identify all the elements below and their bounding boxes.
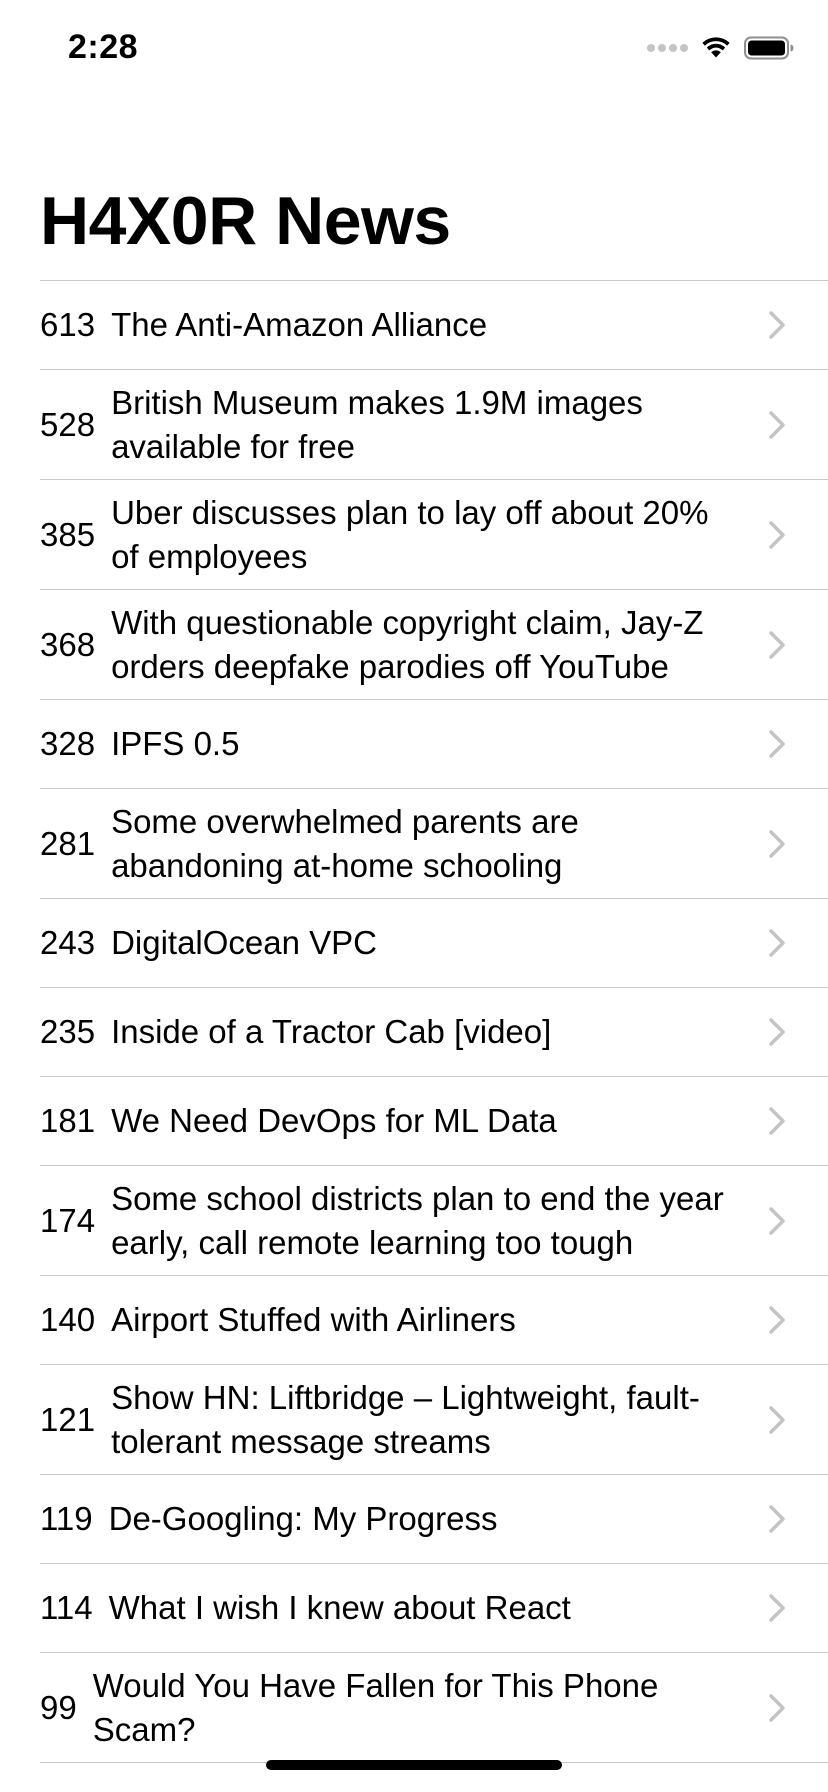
chevron-right-icon xyxy=(769,630,785,659)
story-score: 181 xyxy=(40,1102,96,1139)
story-title: We Need DevOps for ML Data xyxy=(111,1102,557,1139)
story-score: 119 xyxy=(40,1500,93,1537)
story-score: 328 xyxy=(40,725,96,762)
chevron-right-icon xyxy=(769,730,785,758)
story-title: Airport Stuffed with Airliners xyxy=(111,1301,516,1338)
chevron-right-icon xyxy=(769,1594,785,1622)
story-row[interactable]: 174 Some school districts plan to end th… xyxy=(40,1165,828,1275)
story-score: 368 xyxy=(40,625,96,663)
story-row[interactable]: 181 We Need DevOps for ML Data xyxy=(40,1076,828,1165)
story-title: British Museum makes 1.9M images availab… xyxy=(111,383,643,465)
story-score: 114 xyxy=(40,1589,93,1626)
story-title: Inside of a Tractor Cab [video] xyxy=(111,1013,552,1050)
story-row[interactable]: 328 IPFS 0.5 xyxy=(40,699,828,788)
chevron-right-icon xyxy=(769,410,785,439)
story-title: IPFS 0.5 xyxy=(111,725,240,762)
story-row[interactable]: 528 British Museum makes 1.9M images ava… xyxy=(40,369,828,479)
story-title: Some overwhelmed parents are abandoning … xyxy=(111,802,579,884)
chevron-right-icon xyxy=(769,929,785,957)
page-title: H4X0R News xyxy=(40,183,451,259)
chevron-right-icon xyxy=(769,1018,785,1046)
story-row[interactable]: 281 Some overwhelmed parents are abandon… xyxy=(40,788,828,898)
story-row[interactable]: 121 Show HN: Liftbridge – Lightweight, f… xyxy=(40,1364,828,1474)
chevron-right-icon xyxy=(769,1306,785,1334)
home-indicator[interactable] xyxy=(266,1760,562,1770)
story-title: DigitalOcean VPC xyxy=(111,924,378,961)
chevron-right-icon xyxy=(769,1107,785,1135)
story-row[interactable]: 99 Would You Have Fallen for This Phone … xyxy=(40,1652,828,1762)
story-title: What I wish I knew about React xyxy=(108,1589,571,1626)
chevron-right-icon xyxy=(769,1693,785,1722)
story-score: 99 xyxy=(40,1688,77,1726)
story-title: With questionable copyright claim, Jay-Z… xyxy=(111,603,704,685)
story-row[interactable]: 119 De-Googling: My Progress xyxy=(40,1474,828,1563)
story-score: 235 xyxy=(40,1013,96,1050)
status-icons xyxy=(647,36,794,60)
story-row[interactable]: 243 DigitalOcean VPC xyxy=(40,898,828,987)
story-row[interactable]: 114 What I wish I knew about React xyxy=(40,1563,828,1652)
chevron-right-icon xyxy=(769,311,785,339)
story-title: The Anti-Amazon Alliance xyxy=(111,306,488,343)
story-score: 281 xyxy=(40,824,96,862)
story-row[interactable]: 613 The Anti-Amazon Alliance xyxy=(40,280,828,369)
story-title: Uber discusses plan to lay off about 20%… xyxy=(111,493,709,575)
story-row[interactable]: 235 Inside of a Tractor Cab [video] xyxy=(40,987,828,1076)
wifi-icon xyxy=(702,37,730,58)
story-score: 613 xyxy=(40,306,96,343)
story-score: 528 xyxy=(40,405,96,443)
status-time: 2:28 xyxy=(68,28,139,66)
story-score: 174 xyxy=(40,1201,96,1239)
story-title: De-Googling: My Progress xyxy=(108,1500,498,1537)
chevron-right-icon xyxy=(769,829,785,858)
status-bar: 2:28 xyxy=(0,0,828,100)
signal-dots-icon xyxy=(647,44,688,52)
story-title: Some school districts plan to end the ye… xyxy=(111,1179,724,1261)
chevron-right-icon xyxy=(769,1505,785,1533)
story-row[interactable]: 385 Uber discusses plan to lay off about… xyxy=(40,479,828,589)
story-score: 243 xyxy=(40,924,96,961)
chevron-right-icon xyxy=(769,1405,785,1434)
chevron-right-icon xyxy=(769,1206,785,1235)
battery-icon xyxy=(744,36,794,60)
story-title: Show HN: Liftbridge – Lightweight, fault… xyxy=(111,1378,700,1460)
story-title: Would You Have Fallen for This Phone Sca… xyxy=(92,1666,659,1748)
story-score: 121 xyxy=(40,1400,96,1438)
story-row[interactable]: 140 Airport Stuffed with Airliners xyxy=(40,1275,828,1364)
chevron-right-icon xyxy=(769,520,785,549)
story-score: 140 xyxy=(40,1301,96,1338)
story-score: 385 xyxy=(40,515,96,553)
story-list: 613 The Anti-Amazon Alliance 528 British… xyxy=(0,280,828,1764)
story-row[interactable]: 368 With questionable copyright claim, J… xyxy=(40,589,828,699)
